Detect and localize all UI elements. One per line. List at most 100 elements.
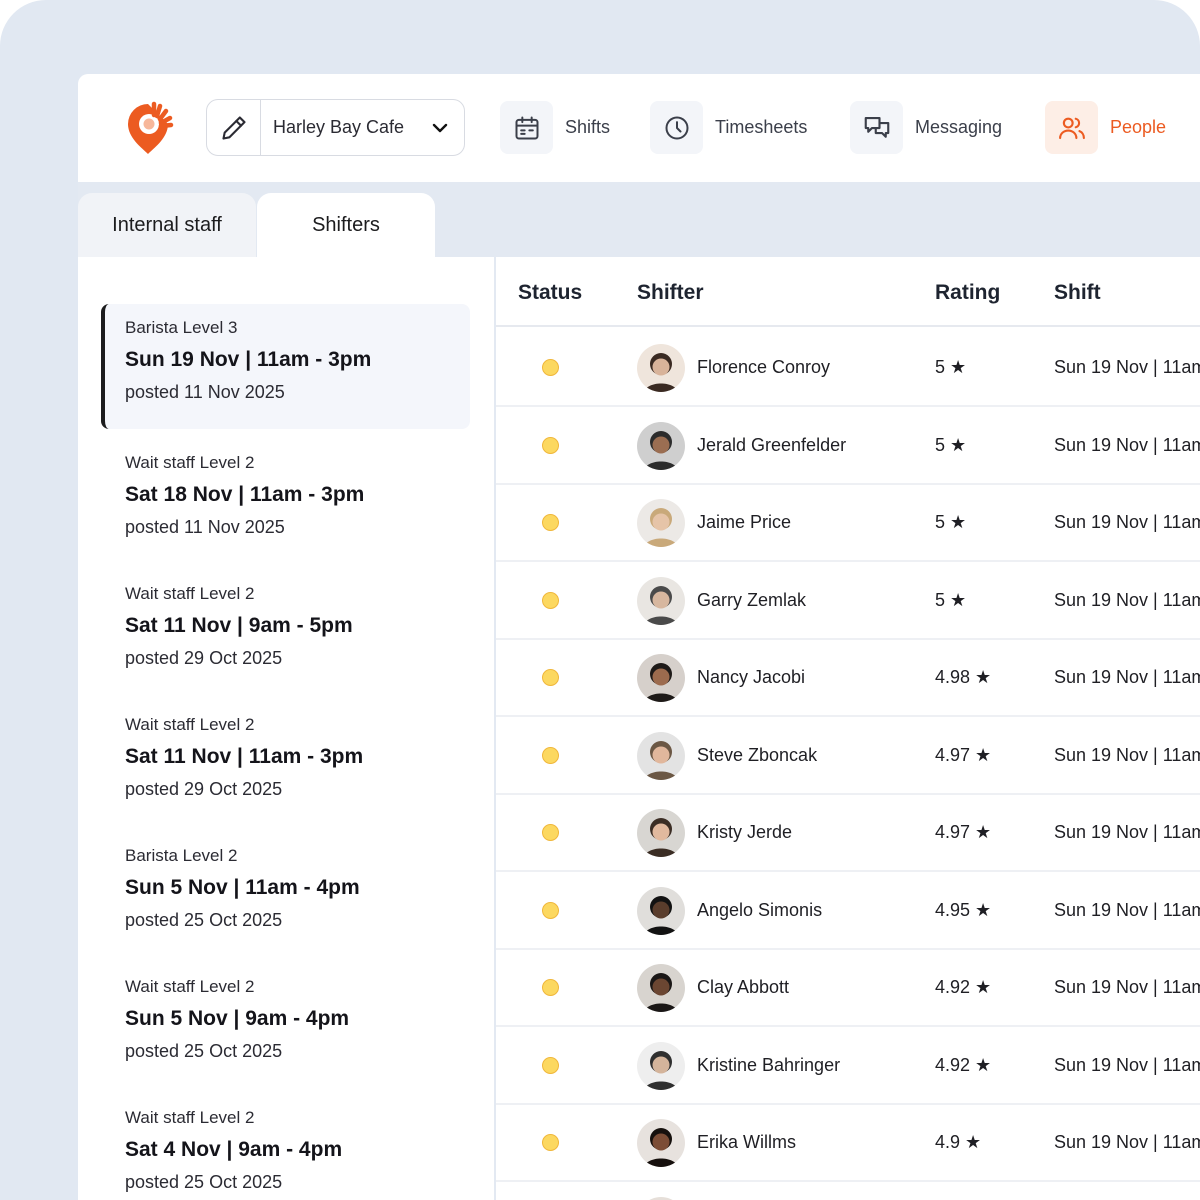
shifter-shift: Sun 19 Nov | 11am (1054, 357, 1200, 377)
shifter-name[interactable]: Kristine Bahringer (697, 1055, 840, 1076)
avatar (637, 809, 685, 857)
shift-card[interactable]: Barista Level 2 Sun 5 Nov | 11am - 4pm p… (101, 832, 470, 957)
venue-selector[interactable]: Harley Bay Cafe (206, 99, 465, 156)
status-dot (542, 746, 559, 764)
shift-list: Barista Level 3 Sun 19 Nov | 11am - 3pm … (78, 257, 494, 1200)
avatar (637, 731, 685, 780)
shifter-shift: Sun 19 Nov | 11am (1054, 899, 1200, 920)
clock-icon (665, 116, 688, 139)
shifter-rating: 4.98 ★ (935, 667, 992, 687)
status-dot (542, 824, 559, 841)
app-window: Harley Bay Cafe Shifts Timesheets Messag… (78, 74, 1200, 1200)
shifter-shift: Sun 19 Nov | 11am (1054, 744, 1200, 765)
shift-card[interactable]: Wait staff Level 2 Sat 18 Nov | 11am - 3… (101, 439, 470, 564)
table-row[interactable]: Kristine Bahringer 4.92 ★ Sun 19 Nov | 11a… (496, 1027, 1200, 1105)
nav-shifts[interactable]: Shifts (500, 101, 610, 154)
nav-timesheets-label: Timesheets (715, 117, 808, 137)
column-header-status[interactable]: Status (518, 281, 582, 305)
shifter-name[interactable]: Jaime Price (697, 512, 791, 533)
shifter-name[interactable]: Kristy Jerde (697, 822, 792, 843)
tab-internal-staff[interactable]: Internal staff (78, 193, 256, 257)
shift-time: Sat 4 Nov | 9am - 4pm (125, 1138, 343, 1161)
column-header-shifter[interactable]: Shifter (637, 281, 704, 305)
avatar (637, 344, 685, 392)
status-dot (542, 1134, 559, 1151)
shift-time: Sun 19 Nov | 11am - 3pm (125, 348, 372, 371)
avatar (637, 1041, 685, 1090)
shifter-name[interactable]: Angelo Simonis (697, 900, 822, 921)
shifter-shift: Sun 19 Nov | 11am (1054, 977, 1200, 997)
shifter-name[interactable]: Clay Abbott (697, 977, 789, 998)
shifter-shift: Sun 19 Nov | 11am (1054, 667, 1200, 687)
shift-card[interactable]: Wait staff Level 2 Sat 11 Nov | 9am - 5p… (101, 570, 470, 695)
shift-time: Sat 18 Nov | 11am - 3pm (125, 483, 365, 506)
column-header-shift[interactable]: Shift (1054, 281, 1101, 305)
nav-people[interactable]: People (1045, 101, 1166, 154)
table-row[interactable]: Jaime Price 5 ★ Sun 19 Nov | 11am (496, 484, 1200, 562)
shifter-rating: 5 ★ (935, 434, 967, 455)
table-row[interactable]: Clay Abbott 4.92 ★ Sun 19 Nov | 11am (496, 949, 1200, 1027)
tab-internal-staff-label: Internal staff (112, 213, 222, 236)
shifter-rating: 4.95 ★ (935, 899, 992, 920)
table-row[interactable] (496, 1182, 1200, 1200)
status-dot (542, 514, 559, 531)
avatar (637, 499, 685, 547)
tab-shifters-label: Shifters (312, 213, 380, 236)
shifter-name[interactable]: Erika Willms (697, 1132, 796, 1153)
shift-time: Sun 5 Nov | 9am - 4pm (125, 1007, 350, 1030)
table-row[interactable]: Nancy Jacobi 4.98 ★ Sun 19 Nov | 11am (496, 639, 1200, 717)
shift-posted-date: posted 29 Oct 2025 (125, 779, 283, 799)
shift-time: Sat 11 Nov | 9am - 5pm (125, 614, 353, 637)
nav-timesheets[interactable]: Timesheets (650, 101, 807, 154)
edit-venue-button[interactable] (207, 100, 261, 155)
table-row[interactable]: Jerald Greenfelder 5 ★ Sun 19 Nov | 11am (496, 407, 1200, 485)
avatar (637, 1196, 685, 1200)
column-header-rating[interactable]: Rating (935, 281, 1000, 305)
nav-shifts-label: Shifts (565, 117, 611, 137)
table-row[interactable]: Kristy Jerde 4.97 ★ Sun 19 Nov | 11am (496, 794, 1200, 872)
shift-card[interactable]: Wait staff Level 2 Sat 4 Nov | 9am - 4pm… (101, 1094, 470, 1200)
shift-role: Barista Level 3 (125, 318, 238, 337)
shift-time: Sat 11 Nov | 11am - 3pm (125, 745, 364, 768)
chevron-down-icon (432, 123, 448, 132)
shifter-rating: 4.97 ★ (935, 822, 992, 842)
shifter-name[interactable]: Jerald Greenfelder (697, 435, 846, 456)
table-row[interactable]: Steve Zboncak 4.97 ★ Sun 19 Nov | 11am (496, 717, 1200, 795)
shift-card[interactable]: Barista Level 3 Sun 19 Nov | 11am - 3pm … (101, 304, 470, 429)
shifter-shift: Sun 19 Nov | 11am (1054, 589, 1200, 610)
avatar (637, 886, 685, 935)
nav-messaging[interactable]: Messaging (850, 101, 1002, 154)
table-row[interactable]: Angelo Simonis 4.95 ★ Sun 19 Nov | 11am (496, 872, 1200, 950)
status-dot (542, 591, 559, 609)
shift-posted-date: posted 11 Nov 2025 (125, 382, 285, 402)
shift-role: Wait staff Level 2 (125, 1108, 255, 1127)
shifter-rating: 4.97 ★ (935, 744, 992, 765)
shifter-name[interactable]: Steve Zboncak (697, 745, 817, 766)
table-row[interactable]: Garry Zemlak 5 ★ Sun 19 Nov | 11am (496, 562, 1200, 640)
shifter-rating: 4.92 ★ (935, 977, 992, 997)
shift-role: Wait staff Level 2 (125, 584, 255, 603)
shift-posted-date: posted 25 Oct 2025 (125, 1041, 283, 1061)
shifter-name[interactable]: Nancy Jacobi (697, 667, 805, 688)
shifter-rating: 4.92 ★ (935, 1054, 992, 1075)
shift-card[interactable]: Wait staff Level 2 Sat 11 Nov | 11am - 3… (101, 701, 470, 826)
tab-shifters[interactable]: Shifters (257, 193, 435, 257)
avatar (637, 1119, 685, 1167)
nav-messaging-label: Messaging (915, 117, 1003, 137)
shifter-name[interactable]: Garry Zemlak (697, 590, 806, 611)
venue-dropdown-toggle[interactable] (416, 118, 464, 138)
table-header: Status Shifter Rating Shift (496, 257, 1200, 327)
shifter-name[interactable]: Florence Conroy (697, 357, 830, 378)
shifter-rating: 5 ★ (935, 357, 967, 377)
table-row[interactable]: Erika Willms 4.9 ★ Sun 19 Nov | 11am (496, 1104, 1200, 1182)
shifter-shift: Sun 19 Nov | 11am (1054, 434, 1200, 455)
shift-role: Wait staff Level 2 (125, 715, 255, 734)
pencil-icon (221, 115, 246, 140)
avatar (637, 654, 685, 702)
shift-posted-date: posted 25 Oct 2025 (125, 1172, 283, 1192)
chat-icon (864, 116, 889, 138)
shift-card[interactable]: Wait staff Level 2 Sun 5 Nov | 9am - 4pm… (101, 963, 470, 1088)
shift-posted-date: posted 29 Oct 2025 (125, 648, 283, 668)
shift-role: Barista Level 2 (125, 846, 238, 865)
table-row[interactable]: Florence Conroy 5 ★ Sun 19 Nov | 11am (496, 329, 1200, 407)
